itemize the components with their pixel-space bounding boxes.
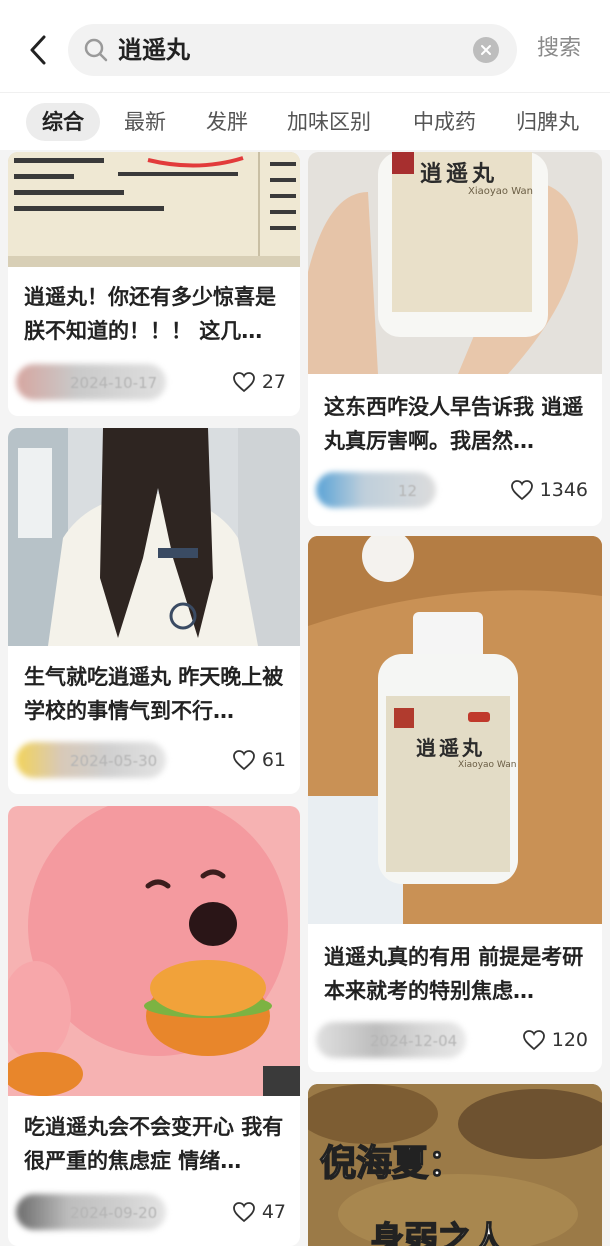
like-button[interactable]: 27 bbox=[232, 366, 286, 398]
heart-icon bbox=[232, 750, 255, 771]
post-date: 12 bbox=[398, 482, 418, 500]
clear-search-button[interactable] bbox=[473, 37, 499, 63]
bottle-label-text: 逍遥丸 bbox=[420, 162, 499, 187]
image-overlay-subtitle: 身弱之人 bbox=[369, 1219, 507, 1246]
tab-gain-weight[interactable]: 发胖 bbox=[206, 103, 248, 141]
post-card[interactable]: 逍遥丸 Xiaoyao Wan 逍遥丸真的有用 前提是考研本来就考的特别焦虑… … bbox=[308, 536, 602, 1072]
post-card[interactable]: 吃逍遥丸会不会变开心 我有很严重的焦虑症 情绪… 2024-09-20 47 bbox=[8, 806, 300, 1246]
top-bar: 逍遥丸 搜索 bbox=[0, 0, 610, 92]
image-overlay-title: 倪海夏： bbox=[319, 1142, 465, 1185]
post-date: 2024-10-17 bbox=[70, 374, 158, 392]
post-title: 这东西咋没人早告诉我 逍遥丸真厉害啊。我居然… bbox=[324, 395, 584, 453]
like-button[interactable]: 47 bbox=[232, 1196, 286, 1228]
filter-tabs: 综合 最新 发胖 加味区别 中成药 归脾丸 bbox=[0, 92, 610, 150]
bottle-label-subtext: Xiaoyao Wan bbox=[458, 760, 517, 770]
chevron-left-icon bbox=[30, 35, 46, 65]
like-button[interactable]: 61 bbox=[232, 744, 286, 776]
heart-icon bbox=[510, 480, 533, 501]
tab-latest[interactable]: 最新 bbox=[124, 103, 166, 141]
post-card[interactable]: 倪海夏： 身弱之人 bbox=[308, 1084, 602, 1246]
post-date: 2024-12-04 bbox=[370, 1032, 458, 1050]
post-image bbox=[8, 428, 300, 646]
like-count: 120 bbox=[551, 1029, 588, 1051]
tab-guipi-pill[interactable]: 归脾丸 bbox=[516, 103, 579, 141]
like-count: 1346 bbox=[539, 479, 588, 501]
post-meta: 2024-10-17 27 bbox=[8, 362, 300, 402]
post-meta: 2024-05-30 61 bbox=[8, 740, 300, 780]
like-count: 47 bbox=[261, 1201, 286, 1223]
post-title: 生气就吃逍遥丸 昨天晚上被学校的事情气到不行… bbox=[24, 665, 284, 723]
close-icon bbox=[481, 45, 491, 55]
post-date: 2024-09-20 bbox=[70, 1204, 158, 1222]
post-image: 倪海夏： 身弱之人 bbox=[308, 1084, 602, 1246]
post-meta: 12 1346 bbox=[308, 470, 602, 510]
post-image: 逍遥丸 Xiaoyao Wan bbox=[308, 152, 602, 374]
post-meta: 2024-12-04 120 bbox=[308, 1020, 602, 1060]
post-title: 逍遥丸真的有用 前提是考研本来就考的特别焦虑… bbox=[324, 945, 584, 1003]
search-bar[interactable]: 逍遥丸 bbox=[68, 24, 517, 76]
tab-comprehensive[interactable]: 综合 bbox=[26, 103, 100, 141]
like-count: 61 bbox=[261, 749, 286, 771]
post-meta: 2024-09-20 47 bbox=[8, 1192, 300, 1232]
like-count: 27 bbox=[261, 371, 286, 393]
search-input[interactable]: 逍遥丸 bbox=[118, 34, 190, 66]
heart-icon bbox=[232, 372, 255, 393]
post-card[interactable]: 逍遥丸！你还有多少惊喜是朕不知道的！！！ 这几… 2024-10-17 27 bbox=[8, 152, 300, 416]
post-title: 吃逍遥丸会不会变开心 我有很严重的焦虑症 情绪… bbox=[24, 1115, 284, 1173]
bottle-label-subtext: Xiaoyao Wan bbox=[468, 186, 533, 197]
heart-icon bbox=[232, 1202, 255, 1223]
post-date: 2024-05-30 bbox=[70, 752, 158, 770]
post-card[interactable]: 生气就吃逍遥丸 昨天晚上被学校的事情气到不行… 2024-05-30 61 bbox=[8, 428, 300, 794]
post-image: 逍遥丸 Xiaoyao Wan bbox=[308, 536, 602, 924]
post-image bbox=[8, 806, 300, 1096]
author-avatar-blurred bbox=[316, 472, 436, 508]
search-icon bbox=[84, 38, 108, 62]
bottle-label-text: 逍遥丸 bbox=[416, 736, 485, 760]
tab-chinese-patent-medicine[interactable]: 中成药 bbox=[413, 103, 476, 141]
back-button[interactable] bbox=[20, 28, 56, 72]
post-image bbox=[8, 152, 300, 267]
heart-icon bbox=[522, 1030, 545, 1051]
post-card[interactable]: 逍遥丸 Xiaoyao Wan 这东西咋没人早告诉我 逍遥丸真厉害啊。我居然… … bbox=[308, 152, 602, 526]
like-button[interactable]: 1346 bbox=[510, 474, 588, 506]
search-button[interactable]: 搜索 bbox=[537, 34, 581, 64]
like-button[interactable]: 120 bbox=[522, 1024, 588, 1056]
post-title: 逍遥丸！你还有多少惊喜是朕不知道的！！！ 这几… bbox=[24, 285, 276, 343]
tab-jiawei-difference[interactable]: 加味区别 bbox=[287, 103, 371, 141]
